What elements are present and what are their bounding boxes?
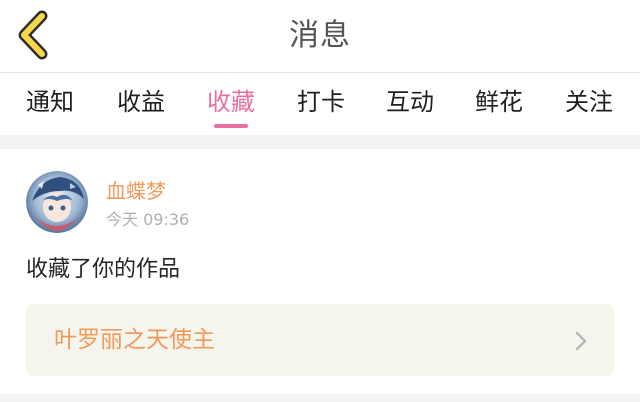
work-title: 叶罗丽之天使主 bbox=[54, 327, 215, 353]
tab-following[interactable]: 关注 bbox=[565, 85, 613, 119]
page-title: 消息 bbox=[289, 18, 351, 53]
message-time: 今天 09:36 bbox=[106, 210, 190, 229]
action-text: 收藏了你的作品 bbox=[26, 257, 181, 282]
tab-earnings[interactable]: 收益 bbox=[117, 85, 165, 119]
tab-favorites[interactable]: 收藏 bbox=[207, 85, 255, 119]
tab-notifications[interactable]: 通知 bbox=[26, 85, 74, 119]
avatar-image bbox=[26, 171, 88, 233]
bottom-divider bbox=[0, 394, 640, 402]
messages-screen: 消息 通知 收益 收藏 打卡 互动 鲜花 关注 血蝶梦 今天 09:36 收藏了… bbox=[0, 0, 640, 402]
header-bar: 消息 bbox=[0, 0, 640, 73]
avatar[interactable] bbox=[26, 171, 88, 233]
message-card: 血蝶梦 今天 09:36 收藏了你的作品 叶罗丽之天使主 bbox=[0, 149, 640, 394]
tab-bar: 通知 收益 收藏 打卡 互动 鲜花 关注 bbox=[0, 73, 640, 135]
active-tab-indicator bbox=[214, 124, 248, 128]
tab-interactions[interactable]: 互动 bbox=[386, 85, 434, 119]
tab-checkin[interactable]: 打卡 bbox=[297, 85, 345, 119]
chevron-right-icon bbox=[575, 331, 587, 351]
username[interactable]: 血蝶梦 bbox=[106, 178, 166, 204]
work-link[interactable]: 叶罗丽之天使主 bbox=[26, 304, 614, 376]
tab-flowers[interactable]: 鲜花 bbox=[475, 85, 523, 119]
section-divider bbox=[0, 135, 640, 149]
